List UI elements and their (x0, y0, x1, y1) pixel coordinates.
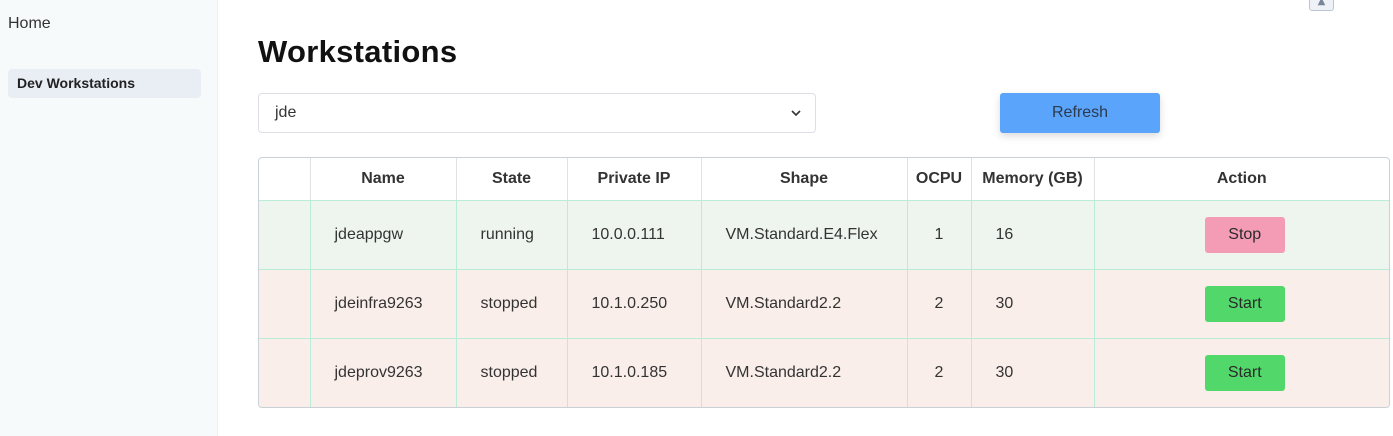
cell-action: Start (1094, 338, 1389, 407)
start-button[interactable]: Start (1204, 354, 1285, 391)
cell-name: jdeappgw (310, 200, 457, 270)
cell-shape: VM.Standard2.2 (701, 269, 908, 339)
table-row: jdeprov9263 stopped 10.1.0.185 VM.Standa… (259, 338, 1389, 407)
row-select-cell[interactable] (259, 269, 311, 339)
nav-home-link[interactable]: Home (8, 15, 51, 33)
workstations-table: Name State Private IP Shape OCPU Memory … (258, 157, 1390, 408)
column-header-action: Action (1094, 158, 1389, 201)
cell-private-ip: 10.0.0.111 (567, 200, 702, 270)
cell-memory: 16 (971, 200, 1095, 270)
cell-action: Stop (1094, 200, 1389, 270)
column-header-memory[interactable]: Memory (GB) (971, 158, 1095, 201)
cell-state: running (456, 200, 568, 270)
page-title: Workstations (258, 34, 458, 69)
double-chevron-up-icon[interactable]: ▲ (1309, 0, 1334, 11)
cell-memory: 30 (971, 269, 1095, 339)
row-select-cell[interactable] (259, 338, 311, 407)
column-header-ocpu[interactable]: OCPU (907, 158, 972, 201)
column-header-select (259, 158, 311, 201)
sidebar: Home Dev Workstations (0, 0, 218, 436)
column-header-private-ip[interactable]: Private IP (567, 158, 702, 201)
cell-name: jdeprov9263 (310, 338, 457, 407)
cell-ocpu: 2 (907, 338, 972, 407)
compartment-select[interactable]: jde (258, 93, 816, 133)
table-row: jdeinfra9263 stopped 10.1.0.250 VM.Stand… (259, 269, 1389, 339)
table-row: jdeappgw running 10.0.0.111 VM.Standard.… (259, 200, 1389, 270)
cell-action: Start (1094, 269, 1389, 339)
cell-state: stopped (456, 269, 568, 339)
column-header-name[interactable]: Name (310, 158, 457, 201)
column-header-state[interactable]: State (456, 158, 568, 201)
cell-ocpu: 1 (907, 200, 972, 270)
nav-dev-workstations[interactable]: Dev Workstations (8, 69, 201, 98)
cell-private-ip: 10.1.0.250 (567, 269, 702, 339)
column-header-shape[interactable]: Shape (701, 158, 908, 201)
table-header-row: Name State Private IP Shape OCPU Memory … (259, 158, 1389, 201)
cell-memory: 30 (971, 338, 1095, 407)
chevron-down-icon (791, 110, 801, 117)
start-button[interactable]: Start (1204, 285, 1285, 322)
cell-ocpu: 2 (907, 269, 972, 339)
refresh-button[interactable]: Refresh (1000, 93, 1160, 133)
cell-state: stopped (456, 338, 568, 407)
row-select-cell[interactable] (259, 200, 311, 270)
cell-shape: VM.Standard2.2 (701, 338, 908, 407)
cell-private-ip: 10.1.0.185 (567, 338, 702, 407)
cell-name: jdeinfra9263 (310, 269, 457, 339)
stop-button[interactable]: Stop (1204, 216, 1285, 253)
compartment-select-value: jde (275, 104, 297, 121)
cell-shape: VM.Standard.E4.Flex (701, 200, 908, 270)
